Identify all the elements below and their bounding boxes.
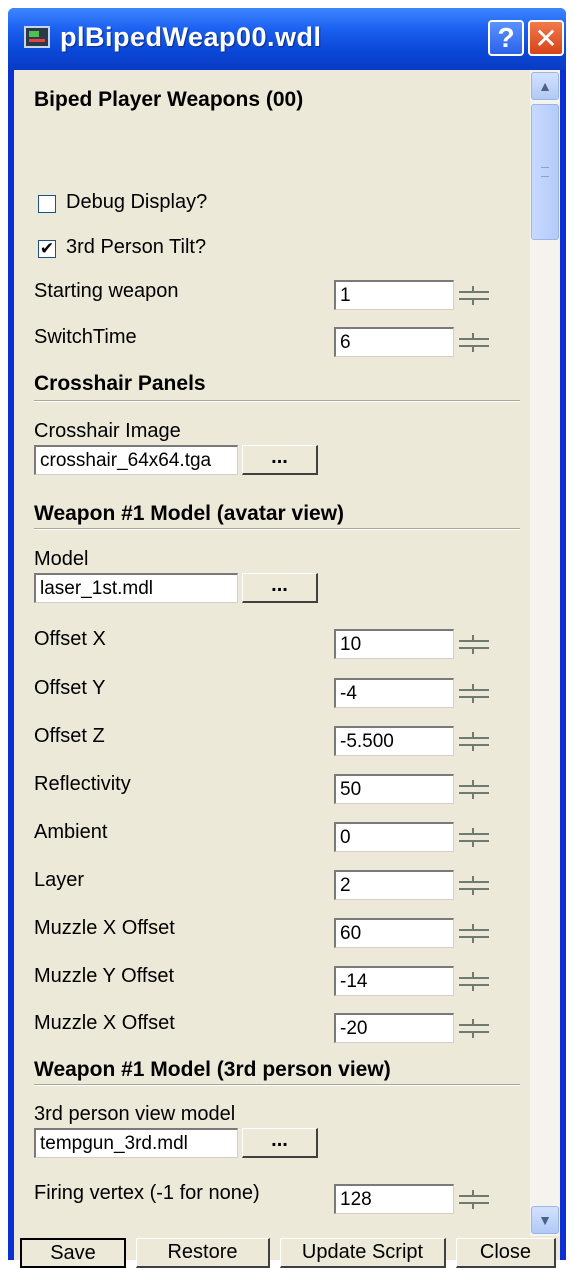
firing-vertex-input[interactable]: 128	[334, 1184, 454, 1214]
muzzle-x-offset-2-label: Muzzle X Offset	[34, 1012, 175, 1034]
switch-time-input[interactable]: 6	[334, 327, 454, 357]
starting-weapon-label: Starting weapon	[34, 280, 179, 302]
scrollbar-thumb[interactable]	[531, 104, 559, 240]
title-bar[interactable]: plBipedWeap00.wdl ? ✕	[8, 8, 566, 70]
firing-vertex-label: Firing vertex (-1 for none)	[34, 1182, 260, 1204]
client-area: Biped Player Weapons (00) Debug Display?…	[14, 70, 560, 1268]
third-person-tilt-checkbox[interactable]: ✔	[38, 240, 56, 258]
ambient-label: Ambient	[34, 821, 108, 843]
muzzle-y-offset-label: Muzzle Y Offset	[34, 965, 175, 987]
muzzle-y-offset-input[interactable]: -14	[334, 966, 454, 996]
panel-header: Biped Player Weapons (00)	[34, 88, 304, 111]
starting-weapon-input[interactable]: 1	[334, 280, 454, 310]
layer-label: Layer	[34, 869, 85, 891]
offset-x-label: Offset X	[34, 628, 106, 650]
offset-z-label: Offset Z	[34, 725, 105, 747]
ambient-input[interactable]: 0	[334, 822, 454, 852]
offset-x-input[interactable]: 10	[334, 629, 454, 659]
crosshair-image-label: Crosshair Image	[34, 420, 181, 442]
section-divider	[34, 1084, 520, 1086]
properties-panel: Biped Player Weapons (00) Debug Display?…	[14, 70, 530, 1236]
model-input[interactable]: laser_1st.mdl	[34, 573, 238, 603]
update-script-button[interactable]: Update Script	[280, 1238, 446, 1268]
app-icon	[24, 26, 50, 48]
window-title: plBipedWeap00.wdl	[60, 22, 322, 52]
button-bar: Save Restore Update Script Close	[14, 1236, 560, 1268]
offset-y-label: Offset Y	[34, 677, 106, 699]
weapon1-avatar-heading: Weapon #1 Model (avatar view)	[34, 502, 345, 525]
vertical-scrollbar[interactable]: ▲ ▼	[530, 70, 560, 1236]
switch-time-label: SwitchTime	[34, 326, 137, 348]
weapon1-3rd-heading: Weapon #1 Model (3rd person view)	[34, 1058, 391, 1081]
section-divider	[34, 528, 520, 530]
model-browse-button[interactable]: ...	[242, 573, 318, 603]
offset-z-input[interactable]: -5.500	[334, 726, 454, 756]
save-button[interactable]: Save	[20, 1238, 126, 1268]
model-label: Model	[34, 548, 89, 570]
muzzle-x-offset-label: Muzzle X Offset	[34, 917, 175, 939]
help-button[interactable]: ?	[488, 20, 524, 56]
reflectivity-label: Reflectivity	[34, 773, 131, 795]
restore-button[interactable]: Restore	[136, 1238, 270, 1268]
debug-display-label: Debug Display?	[66, 191, 208, 213]
crosshair-image-input[interactable]: crosshair_64x64.tga	[34, 445, 238, 475]
muzzle-x-offset-2-input[interactable]: -20	[334, 1013, 454, 1043]
close-window-button[interactable]: ✕	[528, 20, 564, 56]
third-person-model-label: 3rd person view model	[34, 1103, 236, 1125]
crosshair-panels-heading: Crosshair Panels	[34, 372, 206, 395]
third-person-model-input[interactable]: tempgun_3rd.mdl	[34, 1128, 238, 1158]
third-person-model-browse-button[interactable]: ...	[242, 1128, 318, 1158]
crosshair-image-browse-button[interactable]: ...	[242, 445, 318, 475]
dialog-window: plBipedWeap00.wdl ? ✕ Biped Player Weapo…	[8, 8, 566, 1268]
debug-display-checkbox[interactable]	[38, 195, 56, 213]
third-person-tilt-label: 3rd Person Tilt?	[66, 236, 207, 258]
muzzle-x-offset-input[interactable]: 60	[334, 918, 454, 948]
layer-input[interactable]: 2	[334, 870, 454, 900]
reflectivity-input[interactable]: 50	[334, 774, 454, 804]
offset-y-input[interactable]: -4	[334, 678, 454, 708]
scroll-down-icon[interactable]: ▼	[531, 1206, 559, 1234]
scroll-up-icon[interactable]: ▲	[531, 72, 559, 100]
section-divider	[34, 400, 520, 402]
close-button[interactable]: Close	[456, 1238, 556, 1268]
